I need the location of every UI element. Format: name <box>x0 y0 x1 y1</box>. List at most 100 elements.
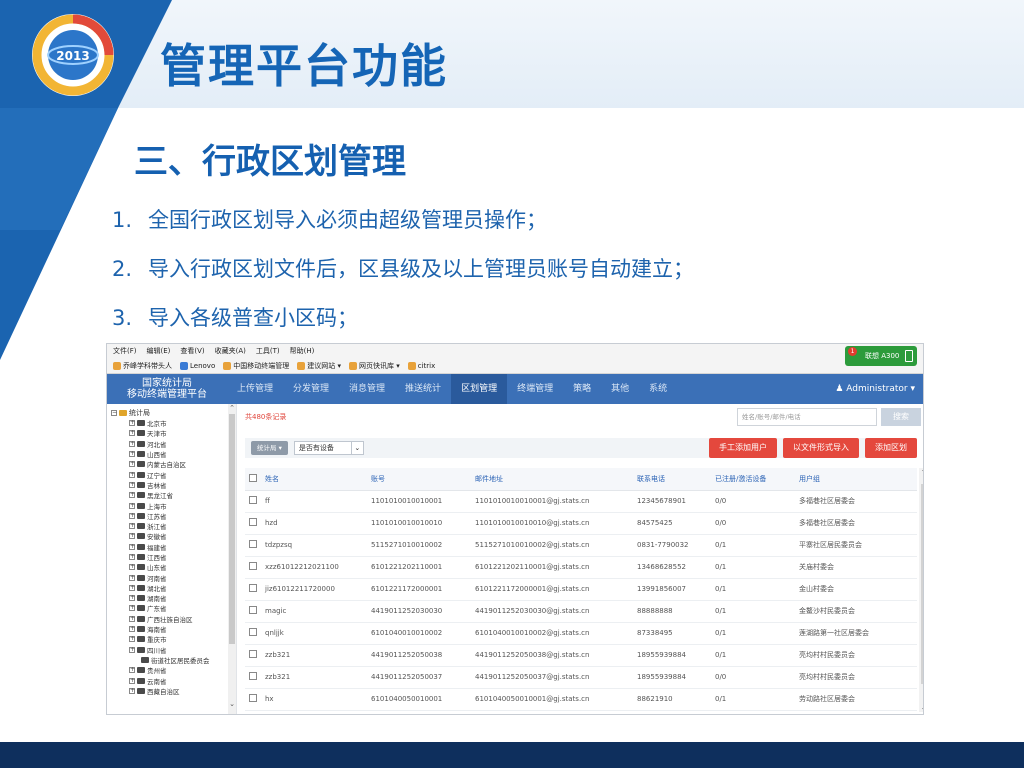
expand-icon[interactable]: + <box>129 502 135 509</box>
row-checkbox[interactable] <box>249 518 257 526</box>
expand-icon[interactable]: + <box>129 451 135 458</box>
tree-node[interactable]: + 江西省 <box>111 552 236 562</box>
expand-icon[interactable]: + <box>129 481 135 488</box>
admin-user-menu[interactable]: ♟ Administrator ▾ <box>835 384 923 394</box>
tree-node[interactable]: + 河南省 <box>111 572 236 583</box>
tree-node[interactable]: + 贵州省 <box>111 665 236 675</box>
expand-icon[interactable]: + <box>129 626 135 633</box>
expand-icon[interactable]: + <box>129 461 135 468</box>
nav-distribute[interactable]: 分发管理 <box>283 374 339 404</box>
lenovo-device-badge[interactable]: 1 联想 A300 <box>845 346 917 366</box>
expand-icon[interactable]: + <box>129 512 135 519</box>
org-dropdown[interactable]: 统计局 ▾ <box>251 441 288 455</box>
expand-icon[interactable]: + <box>129 667 135 674</box>
nav-upload[interactable]: 上传管理 <box>227 374 283 404</box>
nav-regions[interactable]: 区划管理 <box>451 374 508 404</box>
tree-node[interactable]: + 西藏自治区 <box>111 686 236 696</box>
row-checkbox[interactable] <box>249 650 257 658</box>
menu-edit[interactable]: 编辑(E) <box>147 346 171 356</box>
col-phone[interactable]: 联系电话 <box>637 468 715 491</box>
row-checkbox[interactable] <box>249 496 257 504</box>
tree-node[interactable]: + 山东省 <box>111 562 236 572</box>
table-row[interactable]: ff 1101010010010001 1101010010010001@gj.st… <box>245 490 917 513</box>
select-all-checkbox[interactable] <box>249 473 257 482</box>
scroll-thumb[interactable] <box>921 484 923 684</box>
menu-file[interactable]: 文件(F) <box>113 346 137 356</box>
expand-icon[interactable]: + <box>129 687 135 694</box>
tree-scrollbar[interactable]: ⌃ ⌄ <box>228 404 236 714</box>
expand-icon[interactable]: + <box>129 595 135 602</box>
tree-node[interactable]: + 湖南省 <box>111 593 236 603</box>
table-row[interactable]: tdzpzsq 5115271010010002 5115271010010002@… <box>245 534 917 557</box>
table-row[interactable]: zzb321 4419011252050038 4419011252050038@g… <box>245 644 917 667</box>
row-checkbox[interactable] <box>249 584 257 592</box>
col-email[interactable]: 邮件地址 <box>475 468 637 491</box>
col-group[interactable]: 用户组 <box>799 468 917 491</box>
table-row[interactable]: magic 4419011252030030 4419011252030030@gj… <box>245 600 917 623</box>
menu-view[interactable]: 查看(V) <box>180 346 204 356</box>
tree-node[interactable]: + 吉林省 <box>111 480 236 490</box>
search-button[interactable]: 搜索 <box>881 408 921 426</box>
col-account[interactable]: 账号 <box>371 468 475 491</box>
expand-icon[interactable]: + <box>129 554 135 560</box>
expand-icon[interactable]: + <box>129 677 135 684</box>
expand-icon[interactable]: + <box>129 523 135 530</box>
row-checkbox[interactable] <box>249 694 257 702</box>
table-row[interactable]: zzb321 4419011252050037 4419011252050037@g… <box>245 666 917 689</box>
nav-system[interactable]: 系统 <box>639 374 677 404</box>
expand-icon[interactable]: + <box>129 584 135 591</box>
row-checkbox[interactable] <box>249 672 257 680</box>
expand-icon[interactable]: + <box>129 533 135 540</box>
menu-help[interactable]: 帮助(H) <box>290 346 315 356</box>
chevron-down-icon[interactable]: ⌄ <box>228 700 236 708</box>
bookmark-item[interactable]: 网页快讯库 ▾ <box>348 361 400 371</box>
tree-node[interactable]: + 辽宁省 <box>111 469 236 480</box>
table-row[interactable]: hzd 1101010010010010 1101010010010010@gj.s… <box>245 512 917 535</box>
row-checkbox[interactable] <box>249 540 257 548</box>
bookmark-item[interactable]: citrix <box>407 361 435 370</box>
nav-policy[interactable]: 策略 <box>563 374 601 404</box>
bookmark-item[interactable]: Lenovo <box>180 361 215 370</box>
tree-node[interactable]: + 河北省 <box>111 439 236 449</box>
expand-icon[interactable]: + <box>129 605 135 612</box>
expand-icon[interactable]: + <box>129 471 135 478</box>
tree-node[interactable]: + 山西省 <box>111 449 236 459</box>
bookmark-item[interactable]: 建议网站 ▾ <box>297 361 341 371</box>
nav-messages[interactable]: 消息管理 <box>339 374 395 404</box>
tree-node[interactable]: + 内蒙古自治区 <box>111 459 236 469</box>
scroll-thumb[interactable] <box>229 414 235 644</box>
expand-icon[interactable]: + <box>129 543 135 550</box>
col-devices[interactable]: 已注册/激活设备 <box>715 468 799 491</box>
table-row[interactable]: qnljjk 6101040010010002 6101040010010002@g… <box>245 622 917 645</box>
import-file-button[interactable]: 以文件形式导入 <box>783 438 859 458</box>
tree-node[interactable]: + 广西壮族自治区 <box>111 614 236 624</box>
table-row[interactable]: hx 6101040050010001 6101040050010001@gj.st… <box>245 688 917 711</box>
search-input[interactable]: 姓名/账号/邮件/电话 <box>737 408 877 426</box>
collapse-icon[interactable]: − <box>111 410 117 416</box>
expand-icon[interactable]: + <box>129 564 135 571</box>
expand-icon[interactable]: + <box>129 420 135 427</box>
expand-icon[interactable]: + <box>129 636 135 643</box>
nav-push-stats[interactable]: 推送统计 <box>395 374 451 404</box>
tree-node[interactable]: + 黑龙江省 <box>111 490 236 500</box>
tree-node[interactable]: + 四川省 <box>111 645 236 655</box>
tree-node[interactable]: + 海南省 <box>111 624 236 634</box>
expand-icon[interactable]: + <box>129 440 135 447</box>
tree-node[interactable]: + 浙江省 <box>111 521 236 531</box>
bookmark-item[interactable]: 中国移动终端管理 <box>223 361 289 371</box>
col-name[interactable]: 姓名 <box>265 468 371 491</box>
tree-node[interactable]: + 安徽省 <box>111 531 236 541</box>
tree-node[interactable]: + 福建省 <box>111 542 236 552</box>
add-region-button[interactable]: 添加区划 <box>865 438 917 458</box>
nav-other[interactable]: 其他 <box>601 374 639 404</box>
tree-node[interactable]: + 重庆市 <box>111 634 236 644</box>
tree-node[interactable]: + 江苏省 <box>111 511 236 521</box>
expand-icon[interactable]: + <box>129 492 135 499</box>
menu-favorites[interactable]: 收藏夹(A) <box>215 346 246 356</box>
tree-node[interactable]: + 北京市 <box>111 418 236 428</box>
menu-tools[interactable]: 工具(T) <box>256 346 280 356</box>
expand-icon[interactable]: + <box>129 646 135 653</box>
device-filter-select[interactable]: 是否有设备 ⌄ <box>293 441 364 455</box>
table-scrollbar[interactable]: ⌃ ⌄ <box>919 468 923 712</box>
chevron-down-icon[interactable]: ⌄ <box>919 703 923 712</box>
